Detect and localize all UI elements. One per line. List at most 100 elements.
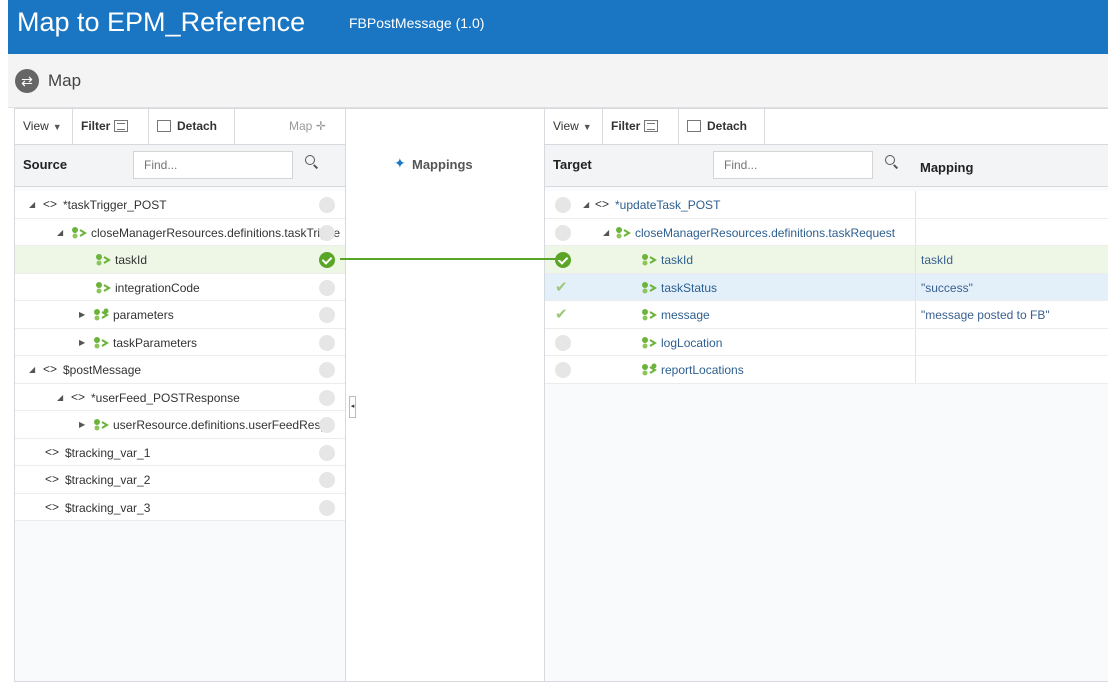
source-node-label: *userFeed_POSTResponse	[91, 390, 240, 405]
source-node-label: taskId	[115, 253, 148, 267]
mapping-cell[interactable]	[915, 191, 1108, 218]
source-map-button[interactable]: Map ✛	[281, 109, 347, 145]
element-icon: <>	[45, 499, 60, 514]
attribute-icon	[642, 336, 657, 348]
target-tree-row[interactable]: ◢ <> *updateTask_POST	[545, 191, 1108, 219]
unmapped-indicator-icon[interactable]	[319, 417, 335, 433]
target-view-menu[interactable]: View ▼	[545, 109, 603, 145]
unmapped-indicator-icon[interactable]	[555, 197, 571, 213]
source-tree-row[interactable]: <> $tracking_var_2	[15, 466, 345, 494]
source-tree-row[interactable]: ◢ closeManagerResources.definitions.taskT…	[15, 218, 345, 246]
filter-label: Filter	[81, 119, 111, 133]
unmapped-indicator-icon[interactable]	[319, 499, 335, 516]
unmapped-indicator-icon[interactable]	[319, 444, 335, 461]
repeating-element-icon	[94, 308, 109, 321]
target-node-label: message	[661, 308, 710, 322]
expand-icon[interactable]: ▶	[79, 310, 85, 319]
element-icon: <>	[71, 389, 86, 404]
source-tree-row[interactable]: ◢ <> *taskTrigger_POST	[15, 191, 345, 219]
source-tree-row[interactable]: ◢ <> *userFeed_POSTResponse	[15, 383, 345, 411]
unmapped-indicator-icon[interactable]	[555, 334, 571, 351]
collapse-icon[interactable]: ◢	[29, 365, 35, 374]
source-tree-row[interactable]: ▶ taskParameters	[15, 328, 345, 356]
unmapped-indicator-icon[interactable]	[319, 307, 335, 323]
collapse-icon[interactable]: ◢	[603, 228, 609, 237]
attribute-icon	[642, 281, 657, 293]
detach-icon	[157, 120, 171, 132]
detach-icon	[687, 120, 701, 132]
plus-icon: ✛	[315, 119, 326, 133]
unmapped-indicator-icon[interactable]	[555, 362, 571, 378]
collapse-icon[interactable]: ◢	[57, 228, 63, 237]
expand-icon[interactable]: ▶	[79, 420, 85, 429]
mapping-cell[interactable]	[915, 218, 1108, 245]
unmapped-indicator-icon[interactable]	[555, 224, 571, 241]
target-node-label: taskStatus	[661, 280, 718, 295]
source-tree-row[interactable]: <> $tracking_var_3	[15, 493, 345, 521]
collapse-icon[interactable]: ◢	[29, 200, 35, 209]
attribute-icon	[616, 226, 631, 238]
repeating-element-icon	[642, 363, 657, 376]
map-button-label: Map	[289, 119, 313, 133]
mapped-indicator-icon[interactable]	[319, 252, 335, 268]
mapping-expression: "success"	[921, 280, 973, 295]
target-tree-row[interactable]: reportLocations	[545, 356, 1108, 384]
source-toolbar: View ▼ Filter Detach Map ✛	[15, 109, 345, 145]
attribute-icon	[94, 336, 109, 348]
source-node-label: closeManagerResources.definitions.taskTr…	[91, 225, 341, 240]
attribute-icon	[96, 254, 111, 266]
source-tree-row[interactable]: <> $tracking_var_1	[15, 438, 345, 466]
unmapped-indicator-icon[interactable]	[319, 279, 335, 296]
view-label: View	[553, 119, 579, 133]
source-detach-button[interactable]: Detach	[149, 109, 235, 145]
unmapped-indicator-icon[interactable]	[319, 334, 335, 351]
target-filter-button[interactable]: Filter	[603, 109, 679, 145]
chevron-down-icon: ▼	[52, 122, 62, 132]
collapse-icon[interactable]: ◢	[57, 393, 63, 402]
source-node-label: integrationCode	[115, 280, 200, 295]
source-tree-row[interactable]: taskId	[15, 246, 345, 274]
target-toolbar: View ▼ Filter Detach	[545, 109, 1108, 145]
target-tree: ◢ <> *updateTask_POST ◢ closeManagerResource…	[545, 191, 1108, 384]
map-bar: ⇄ Map	[8, 54, 1108, 108]
unmapped-indicator-icon[interactable]	[319, 389, 335, 406]
search-icon[interactable]	[305, 155, 319, 169]
source-node-label: taskParameters	[113, 335, 198, 350]
target-search-input[interactable]	[713, 151, 873, 179]
target-detach-button[interactable]: Detach	[679, 109, 765, 145]
detach-label: Detach	[707, 119, 748, 133]
source-filter-button[interactable]: Filter	[73, 109, 149, 145]
target-header-label: Target	[553, 157, 592, 172]
target-tree-row[interactable]: ◢ closeManagerResources.definitions.taskR…	[545, 218, 1108, 246]
unmapped-indicator-icon[interactable]	[319, 197, 335, 213]
mapping-cell[interactable]: taskId	[915, 246, 1108, 273]
mapping-cell[interactable]	[915, 356, 1108, 383]
source-tree-row[interactable]: integrationCode	[15, 273, 345, 301]
target-tree-row[interactable]: logLocation	[545, 328, 1108, 356]
source-search-input[interactable]	[133, 151, 293, 179]
source-tree-row[interactable]: ▶ parameters	[15, 301, 345, 329]
source-node-label: $tracking_var_2	[65, 473, 151, 487]
attribute-icon	[72, 226, 87, 238]
mapping-cell[interactable]: "success"	[915, 273, 1108, 300]
mapped-indicator-icon[interactable]	[555, 252, 571, 268]
source-view-menu[interactable]: View ▼	[15, 109, 73, 145]
collapse-icon[interactable]: ◢	[583, 200, 589, 209]
search-icon[interactable]	[885, 155, 899, 169]
source-tree-row[interactable]: ▶ userResource.definitions.userFeedRespo	[15, 411, 345, 439]
target-tree-row[interactable]: ✔ taskStatus "success"	[545, 273, 1108, 301]
unmapped-indicator-icon[interactable]	[319, 224, 335, 241]
target-tree-row[interactable]: ✔ message "message posted to FB"	[545, 301, 1108, 329]
unmapped-indicator-icon[interactable]	[319, 362, 335, 378]
source-tree: ◢ <> *taskTrigger_POST ◢ closeManagerResourc…	[15, 191, 345, 521]
expand-icon[interactable]: ▶	[79, 338, 85, 347]
detach-label: Detach	[177, 119, 218, 133]
mapping-cell[interactable]: "message posted to FB"	[915, 301, 1108, 328]
source-node-label: $tracking_var_3	[65, 500, 151, 515]
unmapped-indicator-icon[interactable]	[319, 472, 335, 488]
source-tree-row[interactable]: ◢ <> $postMessage	[15, 356, 345, 384]
mapping-cell[interactable]	[915, 328, 1108, 355]
target-tree-row[interactable]: taskId taskId	[545, 246, 1108, 274]
source-node-label: $postMessage	[63, 363, 142, 377]
collapse-handle[interactable]: ◂	[349, 396, 356, 418]
